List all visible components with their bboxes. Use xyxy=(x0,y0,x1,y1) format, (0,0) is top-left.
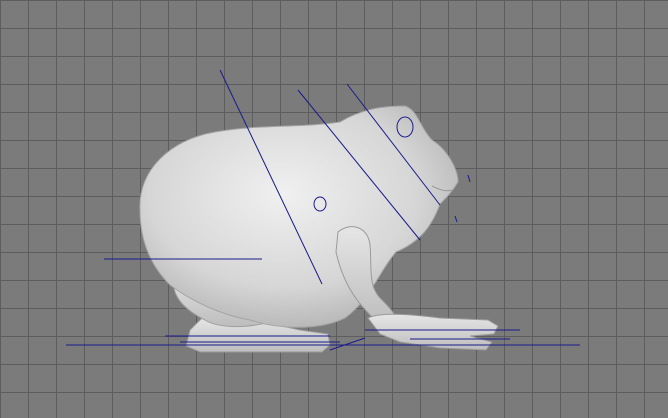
frog-model[interactable] xyxy=(139,105,499,353)
rig-line-jaw-b[interactable] xyxy=(454,215,458,223)
scene-canvas[interactable] xyxy=(0,0,668,418)
rig-line-jaw-a[interactable] xyxy=(467,174,471,183)
3d-viewport[interactable] xyxy=(0,0,668,418)
rig-line-hind-foot-c[interactable] xyxy=(329,337,366,351)
frog-body xyxy=(139,105,459,328)
